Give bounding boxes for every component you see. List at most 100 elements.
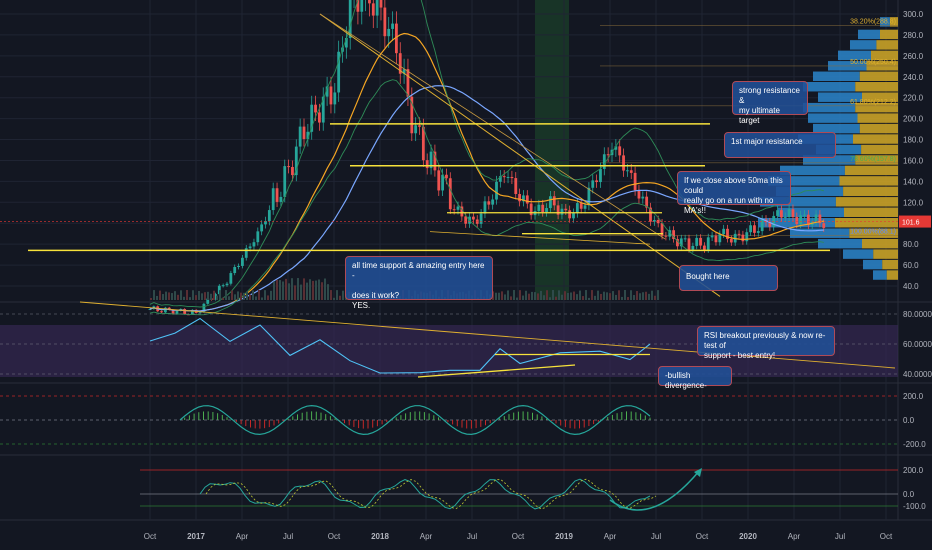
price-candle <box>252 242 256 247</box>
price-candle <box>699 237 702 246</box>
price-candle <box>368 0 371 4</box>
volume-bar <box>657 290 659 300</box>
volume-bar <box>537 293 539 300</box>
price-candle <box>722 228 726 235</box>
price-candle <box>198 312 202 314</box>
volume-profile-bar <box>858 29 880 40</box>
volume-profile-bar <box>843 186 898 197</box>
volume-bar <box>564 291 566 300</box>
volume-bar <box>501 291 503 300</box>
volume-bar <box>297 278 299 300</box>
price-candle <box>637 190 641 199</box>
volume-bar <box>597 290 599 300</box>
price-candle <box>814 214 818 222</box>
price-candle <box>256 231 260 243</box>
price-candle <box>776 210 779 216</box>
volume-bar <box>573 291 575 300</box>
volume-bar <box>234 294 236 300</box>
volume-bar <box>579 290 581 300</box>
note-bullish-divergence[interactable]: -bullish divergence- <box>658 366 732 390</box>
time-axis-label: Jul <box>467 532 477 541</box>
price-tick-label: 140.0 <box>903 177 924 186</box>
time-axis-label: 2017 <box>187 532 205 541</box>
price-candle <box>414 125 418 134</box>
macd-tick-label: -200.0 <box>903 440 926 449</box>
volume-bar <box>159 290 161 300</box>
note-bought-here[interactable]: Bought here <box>679 265 778 291</box>
volume-bar <box>336 290 338 300</box>
volume-bar <box>546 290 548 300</box>
price-candle <box>622 155 625 171</box>
price-candle <box>183 308 187 315</box>
note-ultimate-target[interactable]: strong resistance & my ultimate target <box>732 81 808 125</box>
price-candle <box>456 206 460 210</box>
price-candle <box>706 237 710 250</box>
volume-bar <box>633 295 635 300</box>
price-candle <box>729 238 733 243</box>
price-candle <box>606 154 610 156</box>
price-candle <box>749 225 752 233</box>
price-candle <box>549 196 552 209</box>
volume-profile-bar <box>835 197 898 207</box>
price-tick-label: 60.0 <box>903 261 919 270</box>
price-candle <box>514 178 518 195</box>
time-axis-label: Oct <box>880 532 893 541</box>
price-candle <box>241 257 244 266</box>
volume-bar <box>627 297 629 300</box>
time-axis-label: Apr <box>788 532 801 541</box>
volume-bar <box>303 278 305 300</box>
projection-arrow <box>609 469 701 511</box>
volume-bar <box>654 295 656 300</box>
volume-bar <box>339 295 341 300</box>
price-candle <box>741 234 745 242</box>
volume-bar <box>591 290 593 300</box>
volume-bar <box>606 292 608 300</box>
price-candle <box>583 205 587 209</box>
volume-bar <box>189 297 191 300</box>
volume-bar <box>231 290 233 300</box>
note-fifty-ma[interactable]: If we close above 50ma this could really… <box>677 171 791 215</box>
price-tick-label: 120.0 <box>903 198 924 207</box>
volume-profile-bar <box>855 82 898 92</box>
price-candle <box>695 237 699 246</box>
price-candle <box>298 126 302 147</box>
chart-stage[interactable]: 300.0 280.0 260.0 240.0 220.0 200.0 180.0 160.0… <box>0 0 932 550</box>
volume-bar <box>204 292 206 300</box>
volume-bar <box>240 292 242 300</box>
note-rsi-breakout[interactable]: RSI breakout previously & now re-test of… <box>697 326 835 360</box>
volume-bar <box>327 284 329 300</box>
volume-bar <box>519 290 521 300</box>
volume-bar <box>210 293 212 300</box>
volume-profile-bar <box>863 259 883 270</box>
price-candle <box>487 201 491 205</box>
volume-bar <box>639 293 641 300</box>
volume-bar <box>264 290 266 300</box>
price-candle <box>225 283 229 286</box>
price-candle <box>599 168 602 183</box>
volume-bar <box>195 295 197 300</box>
volume-profile-bar <box>857 113 898 123</box>
price-candle <box>379 0 383 8</box>
volume-bar <box>219 290 221 300</box>
volume-profile-bar <box>808 113 858 123</box>
volume-bar <box>207 291 209 300</box>
volume-bar <box>309 279 311 300</box>
volume-bar <box>543 295 545 300</box>
price-candle <box>737 233 741 235</box>
price-candle <box>560 208 564 215</box>
volume-bar <box>177 294 179 300</box>
time-axis-label: Apr <box>604 532 617 541</box>
current-price-label: 101.6 <box>902 220 920 227</box>
price-candle <box>348 0 352 38</box>
volume-profile-bar <box>803 102 856 113</box>
volume-bar <box>645 291 647 300</box>
volume-bar <box>270 290 272 300</box>
price-candle <box>483 201 487 214</box>
volume-bar <box>228 296 230 300</box>
volume-profile-bar <box>850 40 877 50</box>
volume-bar <box>624 290 626 300</box>
time-axis-label: 2020 <box>739 532 757 541</box>
note-major-resistance[interactable]: 1st major resistance <box>724 132 836 158</box>
macd-tick-label: 200.0 <box>903 392 924 401</box>
note-ath-support[interactable]: all time support & amazing entry here - … <box>345 256 493 310</box>
